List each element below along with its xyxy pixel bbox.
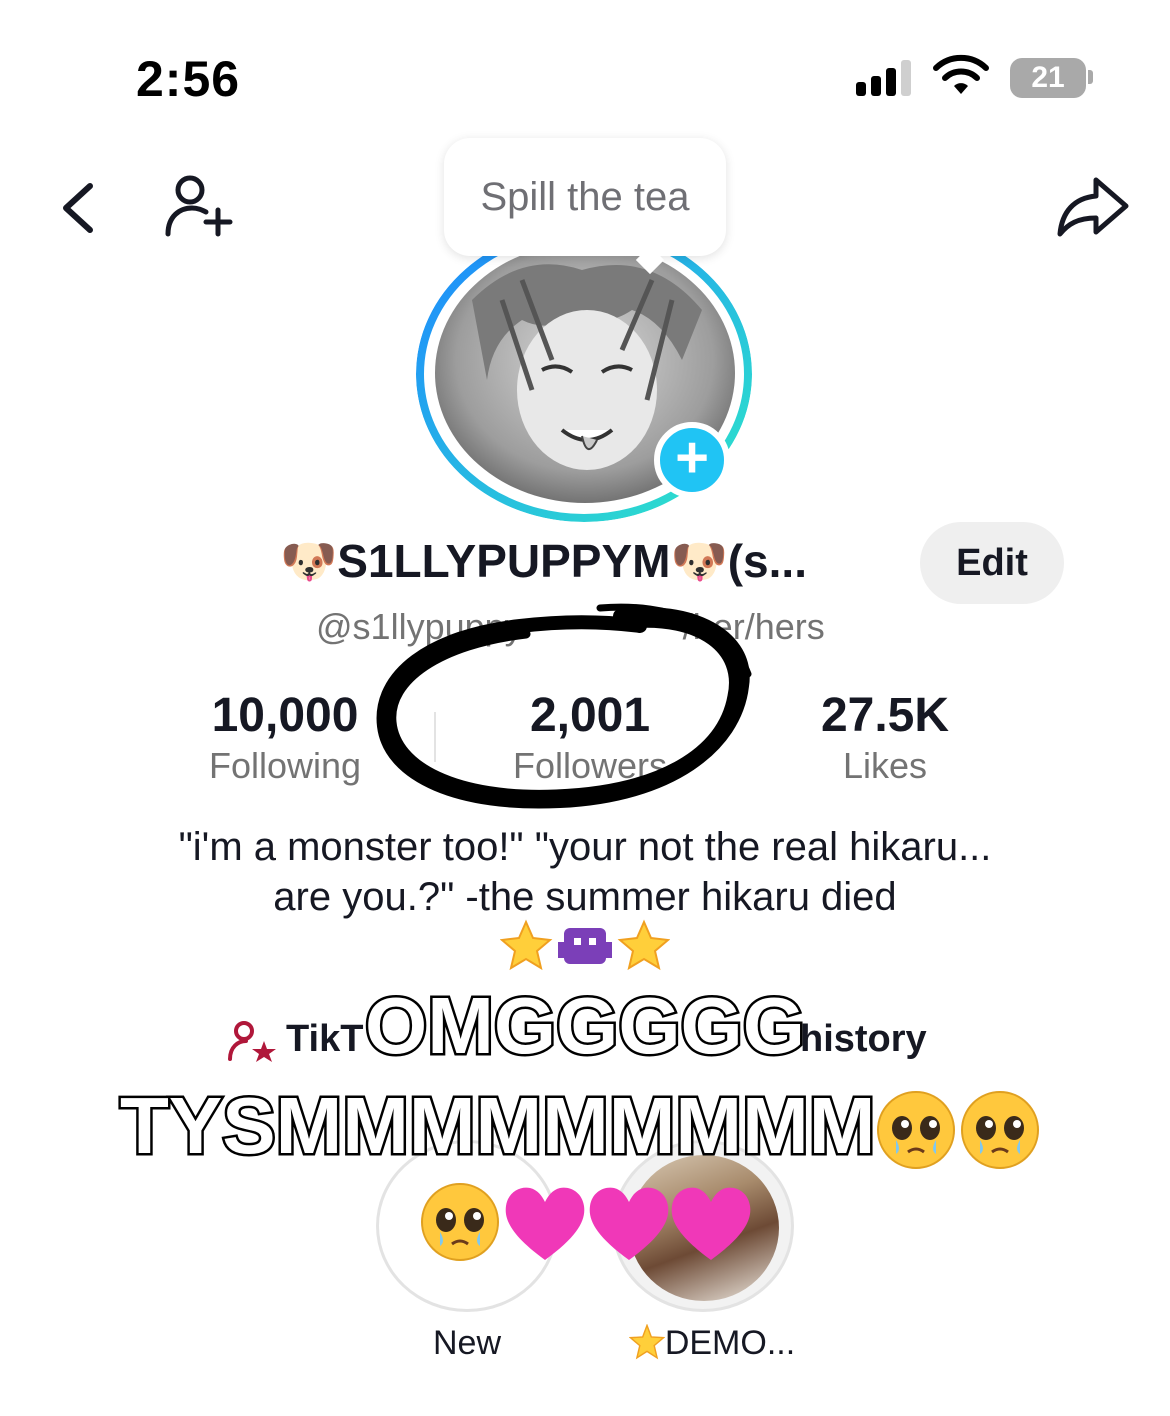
- following-count: 10,000: [211, 689, 359, 742]
- highlight-label-new: New: [432, 1324, 502, 1362]
- edit-profile-button[interactable]: Edit: [920, 522, 1064, 604]
- glowing-star-icon-3: [628, 1323, 666, 1360]
- scribble-circle-annotation: [376, 603, 752, 809]
- person-plus-icon[interactable]: [158, 172, 238, 242]
- following-stat[interactable]: 10,000 Following: [190, 688, 380, 787]
- note-tooltip[interactable]: Spill the tea: [444, 138, 726, 256]
- glowing-star-icon: [500, 919, 553, 971]
- overlay-caption-line-1: OMGGGGG: [363, 979, 808, 1073]
- add-story-button[interactable]: +: [654, 422, 730, 498]
- bio-emoji-row: [500, 919, 670, 971]
- pink-heart-icon-2: [589, 1187, 669, 1260]
- bio-line-2: are you.?" -the summer hikaru died: [273, 875, 897, 919]
- wifi-icon: [933, 54, 989, 94]
- battery-indicator: 21: [1010, 58, 1086, 98]
- status-time: 2:56: [136, 51, 241, 107]
- glowing-star-icon-2: [617, 919, 670, 971]
- alien-monster-icon: [558, 928, 612, 964]
- status-bar: 2:56 21: [0, 0, 1170, 150]
- display-name: 🐶S1LLYPUPPYM🐶(s...: [280, 535, 807, 587]
- share-arrow-icon[interactable]: [1054, 172, 1132, 242]
- pleading-face-icon-2: [961, 1091, 1039, 1169]
- pleading-face-icon-3: [421, 1183, 499, 1261]
- highlight-label-demo-text: DEMO...: [664, 1324, 796, 1362]
- likes-count: 27.5K: [820, 689, 950, 742]
- highlight-label-demo: DEMO...: [612, 1323, 812, 1363]
- cellular-signal-icon: [856, 60, 912, 96]
- pink-heart-icon: [505, 1187, 585, 1260]
- likes-label: Likes: [842, 745, 928, 786]
- likes-stat[interactable]: 27.5K Likes: [790, 688, 980, 787]
- bio: "i'm a monster too!" "your not the real …: [100, 822, 1070, 922]
- overlay-caption-line-2: TYSMMMMMMMMM: [117, 1079, 877, 1173]
- pink-heart-icon-3: [671, 1187, 751, 1260]
- chevron-left-icon[interactable]: [54, 178, 106, 238]
- following-label: Following: [208, 745, 362, 786]
- pleading-face-icon: [877, 1091, 955, 1169]
- bio-line-1: "i'm a monster too!" "your not the real …: [178, 825, 992, 869]
- battery-tip: [1088, 70, 1093, 84]
